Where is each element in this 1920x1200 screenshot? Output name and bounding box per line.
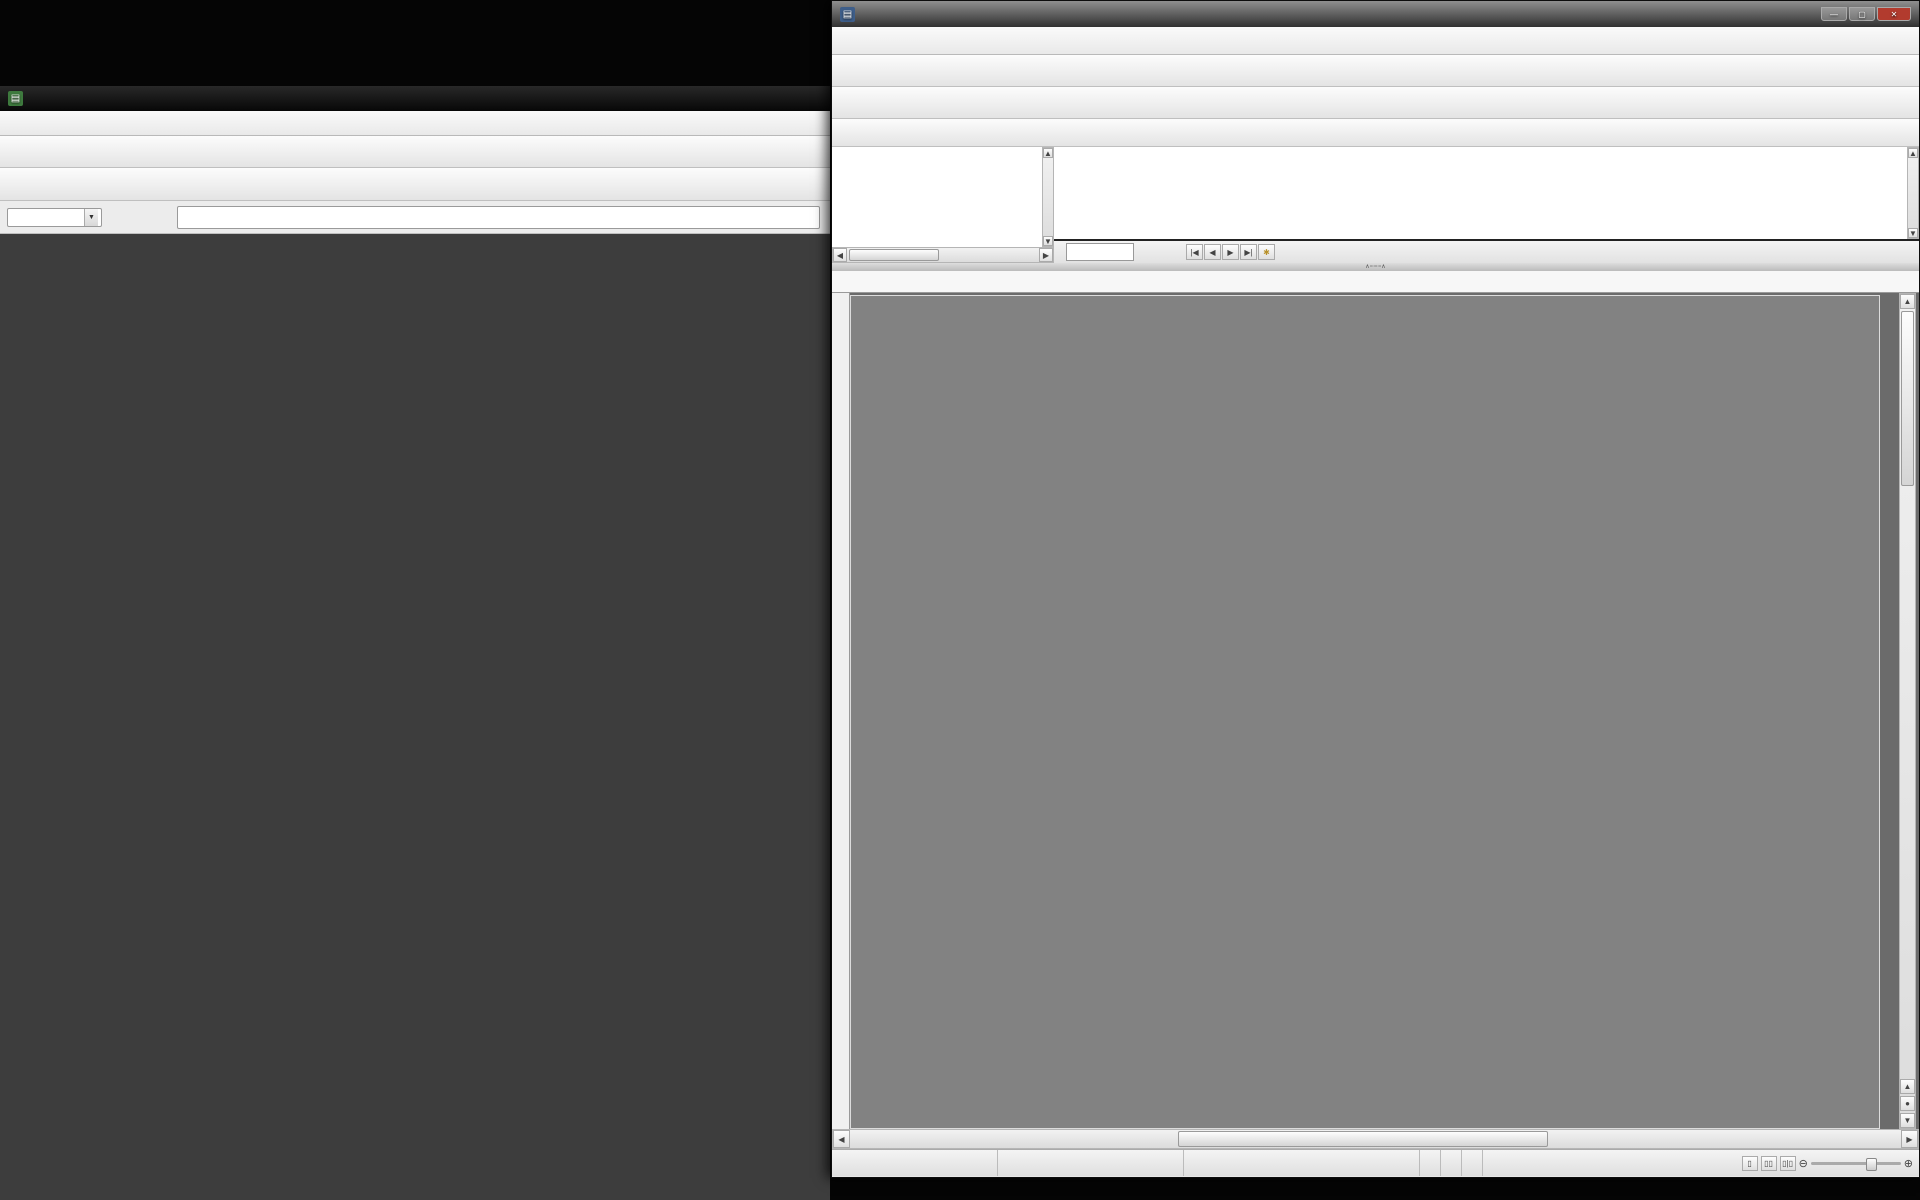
calc-titlebar[interactable]: ▤	[0, 86, 830, 111]
writer-statusbar: ▯ ▯▯ ▯|▯ ⊖ ⊕	[832, 1149, 1919, 1176]
calc-window: ▤ ▼	[0, 86, 830, 1200]
record-navigation-bar: |◀ ◀ ▶ ▶| ✱	[1054, 239, 1919, 263]
name-box-dropdown-icon[interactable]: ▼	[84, 209, 98, 226]
writer-formatting-toolbar	[832, 87, 1919, 119]
status-insert-mode[interactable]	[1420, 1150, 1441, 1176]
tree-scrollbar-horizontal[interactable]: ◀ ▶	[832, 247, 1054, 263]
calc-input-line[interactable]	[177, 206, 820, 229]
new-record-icon[interactable]: ✱	[1258, 244, 1275, 260]
calc-menubar	[0, 111, 830, 136]
function-wizard-icon[interactable]	[106, 208, 126, 227]
next-record-icon[interactable]: ▶	[1222, 244, 1239, 260]
sum-icon[interactable]	[128, 208, 148, 227]
minimize-button[interactable]: —	[1821, 7, 1847, 21]
document-scrollbar-vertical[interactable]: ▲ ▲ ● ▼	[1899, 293, 1916, 1129]
view-single-page-icon[interactable]: ▯	[1742, 1156, 1758, 1171]
calc-name-box[interactable]: ▼	[7, 208, 102, 227]
document-workspace: ▲ ▲ ● ▼	[832, 293, 1919, 1129]
close-button[interactable]: ✕	[1877, 7, 1911, 21]
beamer-scrollbar-vertical[interactable]: ▲ ▼	[1907, 147, 1919, 239]
table-data-toolbar	[832, 119, 1919, 147]
navigation-button[interactable]: ●	[1900, 1096, 1915, 1111]
writer-menubar	[832, 27, 1919, 55]
data-source-table-grid[interactable]	[1054, 147, 1907, 239]
writer-standard-toolbar	[832, 55, 1919, 87]
desktop: ▤ ▼ ▤ — ▢ ✕	[0, 0, 1920, 1200]
horizontal-ruler[interactable]	[832, 271, 1919, 293]
calc-spreadsheet-grid[interactable]	[0, 234, 830, 1200]
status-modified-flag[interactable]	[1462, 1150, 1483, 1176]
view-book-icon[interactable]: ▯|▯	[1780, 1156, 1796, 1171]
formula-icon[interactable]	[150, 208, 170, 227]
tree-scrollbar-vertical[interactable]: ▲ ▼	[1042, 147, 1054, 247]
calc-formatting-toolbar	[0, 168, 830, 201]
record-number-input[interactable]	[1066, 243, 1134, 261]
calc-app-icon: ▤	[8, 91, 23, 106]
writer-window: ▤ — ▢ ✕ ▲ ▼ ◀ ▶ ▲	[831, 0, 1920, 1178]
document-scrollbar-horizontal[interactable]: ◀ ▶	[832, 1129, 1919, 1149]
status-page-style[interactable]	[998, 1150, 1184, 1176]
document-page[interactable]	[850, 295, 1880, 1129]
last-record-icon[interactable]: ▶|	[1240, 244, 1257, 260]
zoom-in-icon[interactable]: ⊕	[1904, 1157, 1913, 1170]
status-page[interactable]	[832, 1150, 998, 1176]
view-multi-page-icon[interactable]: ▯▯	[1761, 1156, 1777, 1171]
first-record-icon[interactable]: |◀	[1186, 244, 1203, 260]
data-source-explorer: ▲ ▼ ◀ ▶ ▲ ▼ |◀ ◀ ▶	[832, 147, 1919, 264]
zoom-slider[interactable]	[1811, 1162, 1901, 1165]
writer-app-icon: ▤	[840, 7, 855, 22]
data-source-tree[interactable]	[832, 147, 1043, 247]
previous-record-icon[interactable]: ◀	[1204, 244, 1221, 260]
zoom-out-icon[interactable]: ⊖	[1799, 1157, 1808, 1170]
calc-formula-bar: ▼	[0, 201, 830, 234]
maximize-button[interactable]: ▢	[1849, 7, 1875, 21]
writer-titlebar[interactable]: ▤ — ▢ ✕	[832, 1, 1919, 27]
calc-standard-toolbar	[0, 136, 830, 168]
status-selection-mode[interactable]	[1441, 1150, 1462, 1176]
status-language[interactable]	[1184, 1150, 1420, 1176]
vertical-ruler[interactable]	[832, 293, 850, 1129]
